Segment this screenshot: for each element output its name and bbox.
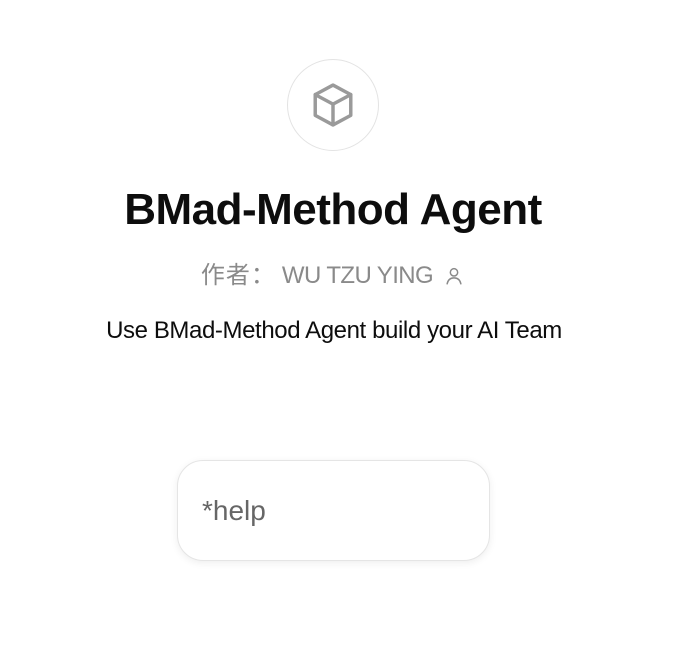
author-row: 作者： WU TZU YING xyxy=(0,259,666,293)
gpt-avatar xyxy=(287,59,379,151)
conversation-starter-label: *help xyxy=(202,494,266,526)
author-name: WU TZU YING xyxy=(281,262,434,289)
gpt-intro-page: BMad-Method Agent 作者： WU TZU YING Use BM… xyxy=(0,0,680,656)
gpt-description: Use BMad-Method Agent build your AI Team xyxy=(106,317,562,344)
author-prefix: 作者： xyxy=(200,262,276,289)
person-icon[interactable] xyxy=(443,265,465,287)
conversation-starter-button[interactable]: *help xyxy=(177,460,490,561)
gpt-title: BMad-Method Agent xyxy=(124,185,542,234)
cube-icon xyxy=(313,83,353,127)
